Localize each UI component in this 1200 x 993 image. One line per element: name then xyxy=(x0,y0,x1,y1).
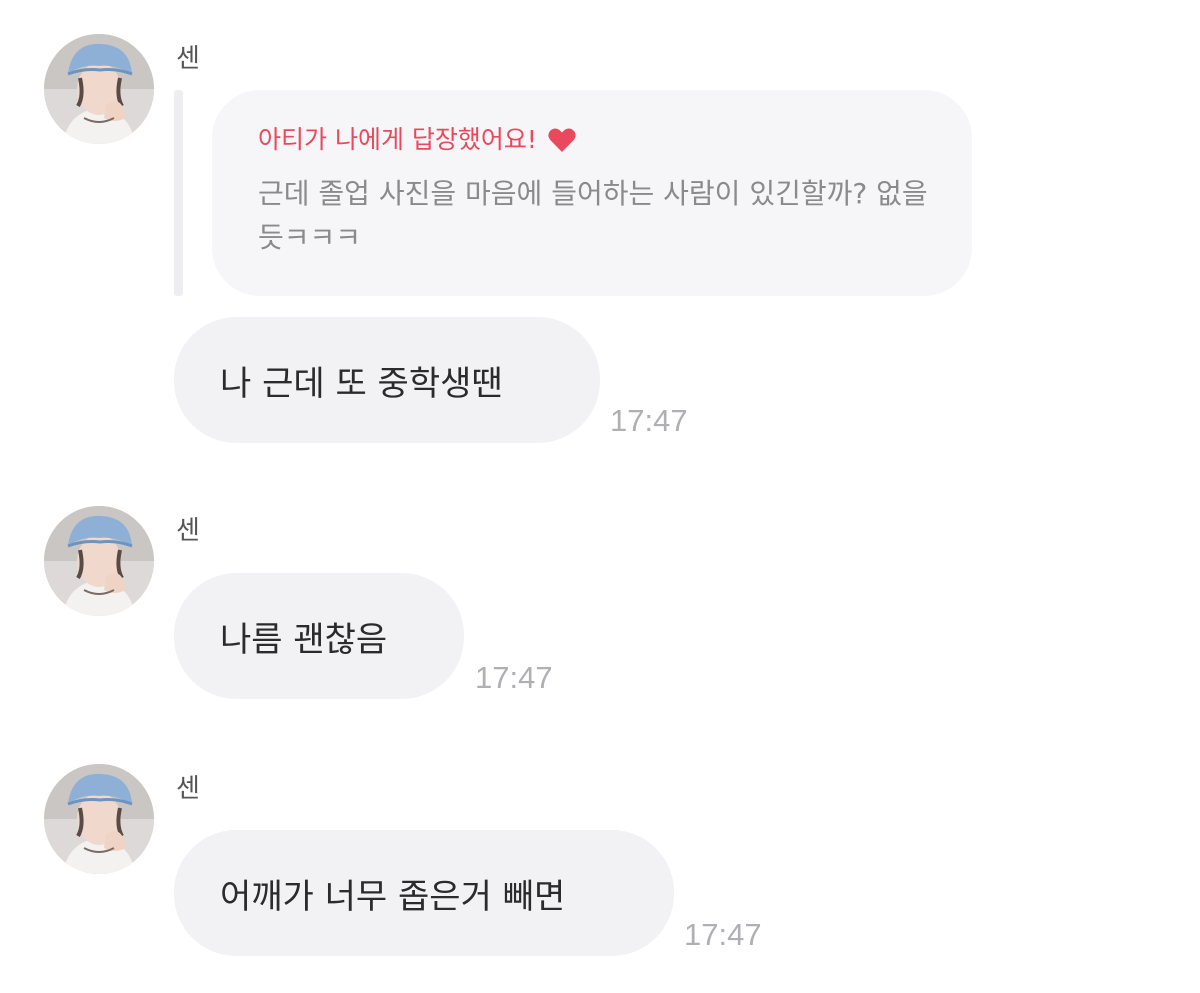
message-bubble[interactable]: 나 근데 또 중학생땐 xyxy=(174,317,600,443)
sender-name: 센 xyxy=(176,516,200,546)
message-text: 나름 괜찮음 xyxy=(220,619,388,660)
message-text: 나 근데 또 중학생땐 xyxy=(220,363,503,404)
message-timestamp: 17:47 xyxy=(610,403,688,438)
sender-name: 센 xyxy=(176,774,200,804)
sender-avatar[interactable] xyxy=(44,506,154,616)
reply-quote-box[interactable]: 아티가 나에게 답장했어요! 근데 졸업 사진을 마음에 들어하는 사람이 있긴… xyxy=(212,90,972,296)
reply-header: 아티가 나에게 답장했어요! xyxy=(258,122,932,158)
message-text: 어깨가 너무 좁은거 빼면 xyxy=(220,876,566,917)
message-bubble[interactable]: 나름 괜찮음 xyxy=(174,573,464,699)
sender-avatar[interactable] xyxy=(44,764,154,874)
message-timestamp: 17:47 xyxy=(475,660,553,695)
reply-quote-bar xyxy=(174,90,183,296)
profile-photo-avatar-icon xyxy=(44,34,154,144)
message-timestamp: 17:47 xyxy=(684,917,762,952)
sender-name: 센 xyxy=(176,44,200,74)
message-bubble[interactable]: 어깨가 너무 좁은거 빼면 xyxy=(174,830,674,956)
heart-icon xyxy=(547,125,577,155)
profile-photo-avatar-icon xyxy=(44,506,154,616)
reply-quoted-text: 근데 졸업 사진을 마음에 들어하는 사람이 있긴할까? 없을듯ㅋㅋㅋ xyxy=(258,177,928,254)
sender-avatar[interactable] xyxy=(44,34,154,144)
reply-header-label: 아티가 나에게 답장했어요! xyxy=(258,125,537,154)
profile-photo-avatar-icon xyxy=(44,764,154,874)
